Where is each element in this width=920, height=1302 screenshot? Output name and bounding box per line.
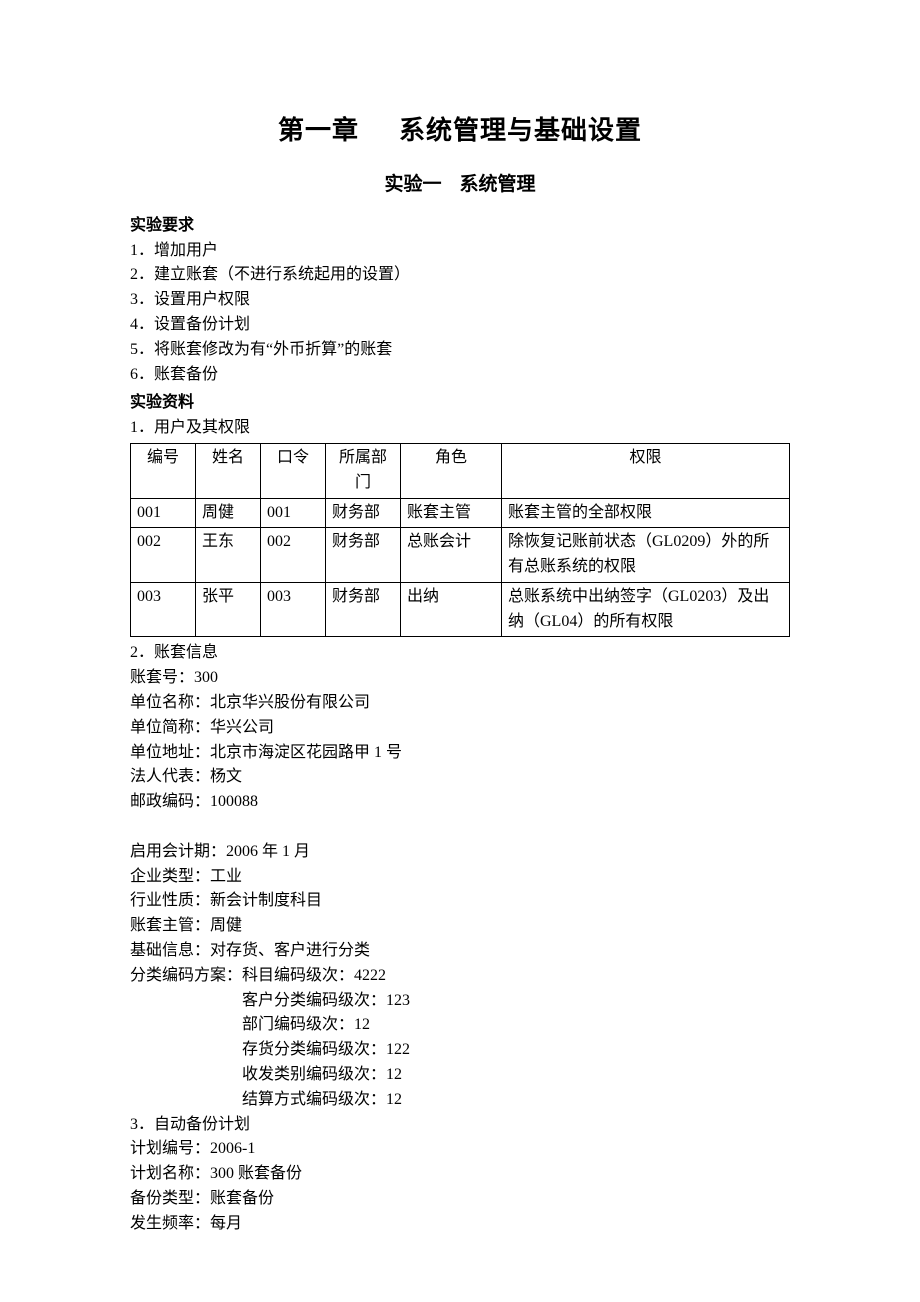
- cell-role: 账套主管: [401, 498, 502, 528]
- cell-dept: 财务部: [326, 582, 401, 637]
- requirement-item: 3．设置用户权限: [130, 288, 790, 313]
- col-header-role: 角色: [401, 443, 502, 498]
- cell-pwd: 001: [261, 498, 326, 528]
- encoding-line: 收发类别编码级次：12: [130, 1063, 790, 1088]
- cell-pwd: 002: [261, 528, 326, 583]
- requirements-heading: 实验要求: [130, 214, 790, 239]
- cell-id: 002: [131, 528, 196, 583]
- cell-dept: 财务部: [326, 528, 401, 583]
- cell-id: 001: [131, 498, 196, 528]
- users-subheading: 1．用户及其权限: [130, 416, 790, 441]
- requirement-item: 5．将账套修改为有“外币折算”的账套: [130, 338, 790, 363]
- col-header-name: 姓名: [196, 443, 261, 498]
- experiment-number: 实验一: [384, 174, 441, 195]
- backup-line: 计划名称：300 账套备份: [130, 1162, 790, 1187]
- cell-dept: 财务部: [326, 498, 401, 528]
- cell-id: 003: [131, 582, 196, 637]
- account-subheading: 2．账套信息: [130, 641, 790, 666]
- table-row: 001 周健 001 财务部 账套主管 账套主管的全部权限: [131, 498, 790, 528]
- blank-line: [130, 815, 790, 840]
- encoding-line: 存货分类编码级次：122: [130, 1038, 790, 1063]
- account-line: 单位地址：北京市海淀区花园路甲 1 号: [130, 741, 790, 766]
- users-table: 编号 姓名 口令 所属部门 角色 权限 001 周健 001 财务部 账套主管 …: [130, 443, 790, 638]
- chapter-name: 系统管理与基础设置: [399, 115, 642, 145]
- account-line: 基础信息：对存货、客户进行分类: [130, 939, 790, 964]
- account-line: 邮政编码：100088: [130, 790, 790, 815]
- col-header-dept: 所属部门: [326, 443, 401, 498]
- cell-name: 王东: [196, 528, 261, 583]
- cell-role: 出纳: [401, 582, 502, 637]
- backup-line: 备份类型：账套备份: [130, 1187, 790, 1212]
- account-line: 账套号：300: [130, 666, 790, 691]
- cell-perm: 除恢复记账前状态（GL0209）外的所有总账系统的权限: [502, 528, 790, 583]
- cell-pwd: 003: [261, 582, 326, 637]
- backup-line: 计划编号：2006-1: [130, 1137, 790, 1162]
- experiment-name: 系统管理: [460, 174, 536, 195]
- col-header-id: 编号: [131, 443, 196, 498]
- account-line: 行业性质：新会计制度科目: [130, 889, 790, 914]
- account-line: 分类编码方案：科目编码级次：4222: [130, 964, 790, 989]
- backup-line: 发生频率：每月: [130, 1212, 790, 1237]
- backup-subheading: 3．自动备份计划: [130, 1113, 790, 1138]
- encoding-line: 客户分类编码级次：123: [130, 989, 790, 1014]
- table-row: 003 张平 003 财务部 出纳 总账系统中出纳签字（GL0203）及出纳（G…: [131, 582, 790, 637]
- experiment-subtitle: 实验一系统管理: [130, 170, 790, 199]
- account-line: 单位名称：北京华兴股份有限公司: [130, 691, 790, 716]
- account-line: 企业类型：工业: [130, 865, 790, 890]
- col-header-perm: 权限: [502, 443, 790, 498]
- cell-name: 周健: [196, 498, 261, 528]
- cell-name: 张平: [196, 582, 261, 637]
- cell-role: 总账会计: [401, 528, 502, 583]
- requirement-item: 4．设置备份计划: [130, 313, 790, 338]
- account-line: 启用会计期：2006 年 1 月: [130, 840, 790, 865]
- requirement-item: 1．增加用户: [130, 239, 790, 264]
- materials-heading: 实验资料: [130, 391, 790, 416]
- cell-perm: 账套主管的全部权限: [502, 498, 790, 528]
- account-line: 账套主管：周健: [130, 914, 790, 939]
- table-header-row: 编号 姓名 口令 所属部门 角色 权限: [131, 443, 790, 498]
- encoding-line: 结算方式编码级次：12: [130, 1088, 790, 1113]
- col-header-pwd: 口令: [261, 443, 326, 498]
- cell-perm: 总账系统中出纳签字（GL0203）及出纳（GL04）的所有权限: [502, 582, 790, 637]
- chapter-number: 第一章: [278, 115, 359, 145]
- encoding-line: 部门编码级次：12: [130, 1013, 790, 1038]
- account-line: 单位简称：华兴公司: [130, 716, 790, 741]
- requirement-item: 2．建立账套（不进行系统起用的设置）: [130, 263, 790, 288]
- table-row: 002 王东 002 财务部 总账会计 除恢复记账前状态（GL0209）外的所有…: [131, 528, 790, 583]
- account-line: 法人代表：杨文: [130, 765, 790, 790]
- chapter-title: 第一章 系统管理与基础设置: [130, 110, 790, 150]
- requirement-item: 6．账套备份: [130, 363, 790, 388]
